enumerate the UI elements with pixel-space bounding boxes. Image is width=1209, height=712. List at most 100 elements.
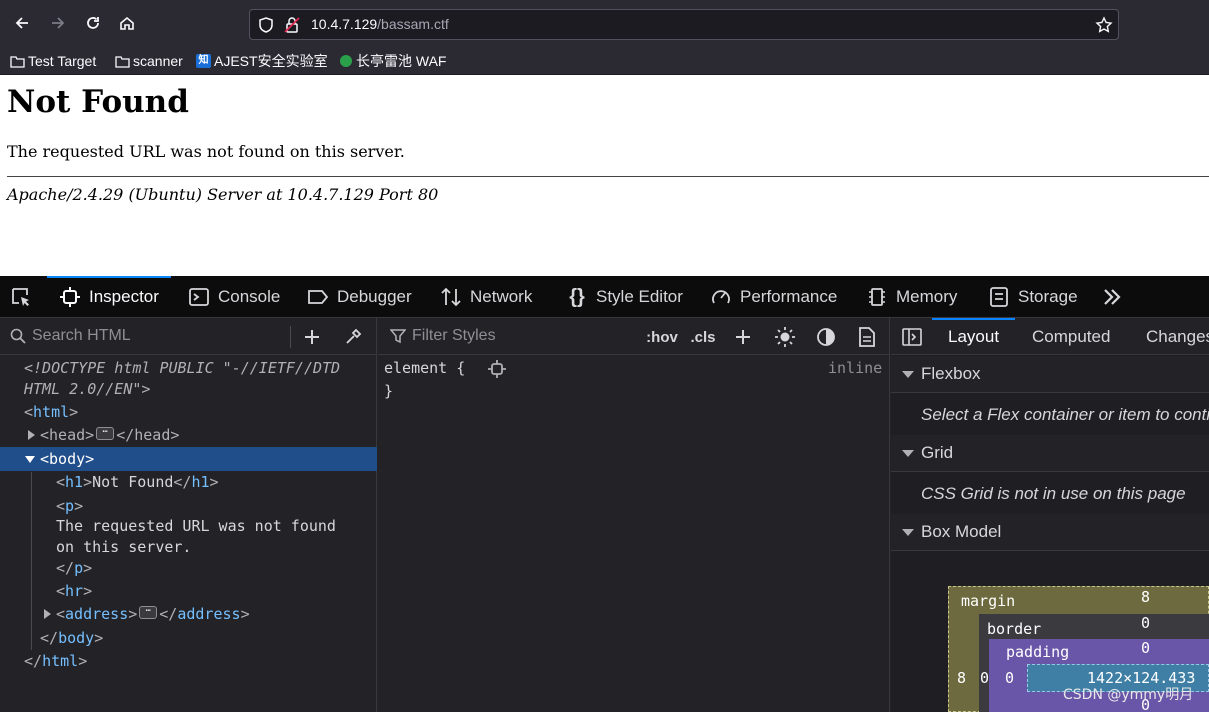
filter-styles-input[interactable]: Filter Styles [390,327,496,345]
hover-states-button[interactable]: :hov [645,326,679,348]
tab-performance[interactable]: Performance [710,276,837,318]
tab-layout[interactable]: Layout [931,318,1016,355]
tab-label: Inspector [89,287,159,306]
margin-top-value[interactable]: 8 [1141,588,1150,606]
tab-debugger[interactable]: Debugger [307,276,412,318]
hr-node[interactable]: <hr> [56,582,92,600]
tab-console[interactable]: Console [188,276,280,318]
devtools-panel: Inspector Console Debugger Network {} St… [0,276,1209,712]
document-icon [859,327,875,347]
margin-left-value[interactable]: 8 [957,669,966,687]
back-button[interactable] [9,10,35,36]
grid-section-header[interactable]: Grid [891,435,1209,472]
ellipsis-icon[interactable]: ⋯ [139,606,158,619]
dark-scheme-button[interactable] [815,326,837,348]
star-bookmark-icon[interactable] [1095,16,1113,34]
reload-icon [87,17,99,29]
url-bar[interactable]: 10.4.7.129/bassam.ctf [249,9,1119,40]
home-button[interactable] [114,10,140,36]
bookmark-ajest[interactable]: 知 AJEST安全实验室 [196,51,328,71]
sidebar-tabs: Layout Computed Changes [891,318,1209,355]
search-icon [10,328,26,344]
storage-icon [988,286,1010,308]
leaf-icon [338,55,353,68]
p-text-node-cont: on this server. [56,538,192,556]
cls-label: .cls [690,328,716,346]
tab-label: Layout [948,326,1000,346]
bookmark-scanner[interactable]: scanner [115,51,183,71]
padding-left-value[interactable]: 0 [1005,669,1014,687]
head-node[interactable]: <head> ⋯ </head> [40,426,179,444]
body-node[interactable]: <body> [40,450,94,468]
expand-head-icon[interactable] [28,430,35,440]
tab-computed[interactable]: Computed [1032,318,1110,355]
tab-network[interactable]: Network [440,276,532,318]
rules-toolbar: Filter Styles :hov .cls [378,318,889,355]
address-node[interactable]: <address> ⋯ </address> [56,605,250,623]
tab-label: Style Editor [596,287,683,306]
eyedropper-button[interactable] [342,326,364,348]
padding-top-value[interactable]: 0 [1141,639,1150,657]
element-rule-selector[interactable]: element { [384,359,465,377]
toggle-sidebar-button[interactable] [901,326,923,348]
url-host: 10.4.7.129 [311,16,378,32]
network-icon [440,286,462,308]
margin-label: margin [961,592,1016,610]
light-scheme-button[interactable] [774,326,796,348]
classes-button[interactable]: .cls [689,326,717,348]
element-picker-button[interactable] [10,276,40,318]
boxmodel-section-header[interactable]: Box Model [891,514,1209,551]
h1-node[interactable]: <h1>Not Found</h1> [56,473,219,491]
tab-changes[interactable]: Changes [1146,318,1209,355]
border-top-value[interactable]: 0 [1141,614,1150,632]
insecure-lock-icon[interactable] [283,16,301,34]
tab-label: Changes [1146,326,1209,346]
flexbox-section-header[interactable]: Flexbox [891,356,1209,393]
chevron-double-right-icon [1101,286,1123,308]
reload-button[interactable] [80,10,106,36]
tab-memory[interactable]: Memory [866,276,957,318]
collapse-body-icon[interactable] [25,456,35,463]
border-left-value[interactable]: 0 [980,669,989,687]
forward-arrow-icon [52,17,65,29]
filter-placeholder: Filter Styles [412,327,496,344]
plus-icon [736,330,750,344]
chevron-down-icon [902,449,914,457]
element-rule-close: } [384,382,394,400]
folder-icon [115,55,130,68]
more-tabs-button[interactable] [1101,276,1131,318]
rules-pane: Filter Styles :hov .cls [378,318,890,712]
add-node-button[interactable] [301,326,323,348]
layout-sidebar: Layout Computed Changes Flexbox Select a… [891,318,1209,712]
zhihu-icon: 知 [196,54,211,68]
picker-icon [10,286,32,308]
tab-inspector[interactable]: Inspector [47,276,171,318]
back-arrow-icon [15,17,28,29]
sidebar-toggle-icon [902,328,922,346]
divider [290,326,291,348]
expand-address-icon[interactable] [44,609,51,619]
html-node[interactable]: <html> [24,403,78,421]
bookmark-waf[interactable]: 长亭雷池 WAF [338,51,446,71]
search-html-input[interactable]: Search HTML [10,327,131,345]
p-close-node: </p> [56,559,93,577]
shield-icon[interactable] [257,16,275,34]
bookmark-test-target[interactable]: Test Target [10,51,96,71]
doctype-node[interactable]: <!DOCTYPE html PUBLIC "-//IETF//DTD [24,359,340,377]
page-message: The requested URL was not found on this … [7,142,405,161]
url-text[interactable]: 10.4.7.129/bassam.ctf [311,16,449,32]
node-inspect-icon[interactable] [487,359,507,379]
p-text-node[interactable]: The requested URL was not found [56,517,336,535]
ellipsis-icon[interactable]: ⋯ [96,427,115,440]
tab-storage[interactable]: Storage [988,276,1078,318]
watermark: CSDN @ymmy明月 [1063,687,1194,703]
home-icon [120,16,134,30]
p-node[interactable]: <p> [56,497,83,515]
markup-search-bar: Search HTML [0,318,376,355]
tab-style-editor[interactable]: {} Style Editor [566,276,683,318]
forward-button[interactable] [45,10,71,36]
print-media-button[interactable] [856,326,878,348]
contrast-icon [817,328,835,346]
add-rule-button[interactable] [732,326,754,348]
chevron-down-icon [902,528,914,536]
